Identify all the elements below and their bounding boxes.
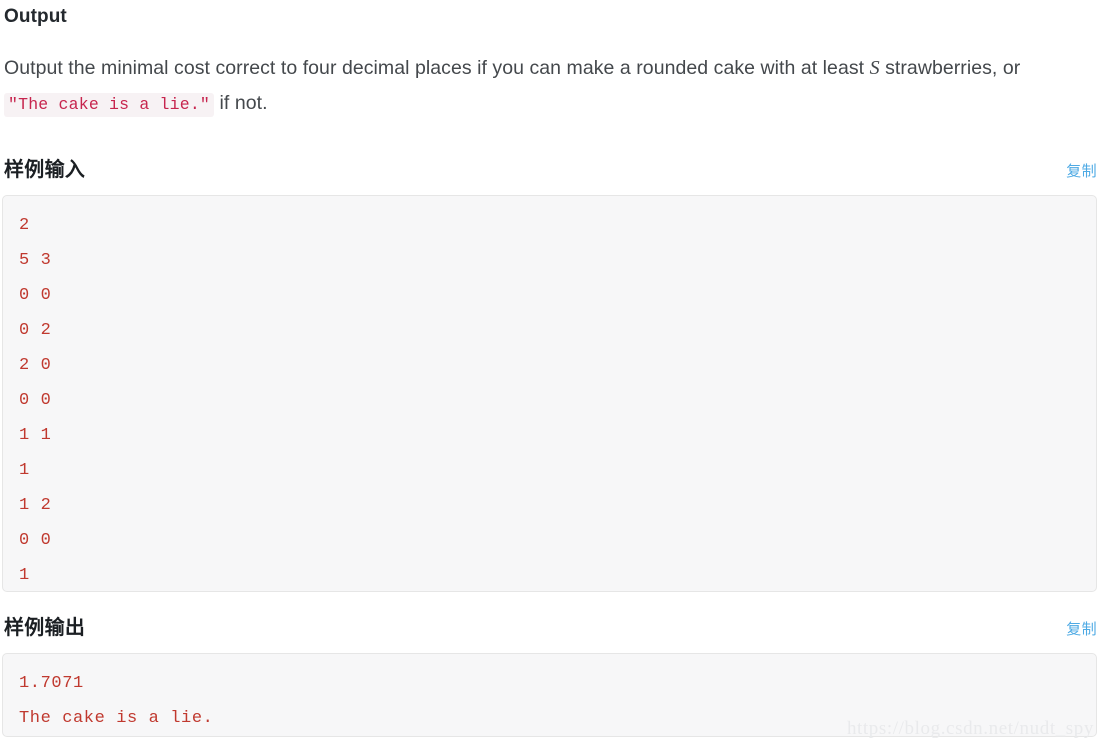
- sample-input-code-text: 2 5 3 0 0 0 2 2 0 0 0 1 1 1 1 2 0 0 1: [19, 216, 52, 585]
- sample-input-header: 样例输入 复制: [0, 156, 1108, 184]
- spacer-above-sample-input: [0, 122, 1108, 156]
- sample-input-code-block[interactable]: 2 5 3 0 0 0 2 2 0 0 0 1 1 1 1 2 0 0 1: [2, 195, 1097, 592]
- problem-statement-page: Output Output the minimal cost correct t…: [0, 0, 1108, 748]
- output-description-paragraph: Output the minimal cost correct to four …: [0, 29, 1104, 122]
- copy-sample-input-button[interactable]: 复制: [1066, 160, 1097, 184]
- sample-output-title: 样例输出: [4, 617, 86, 639]
- sample-output-code-text: 1.7071 The cake is a lie.: [19, 674, 214, 728]
- math-variable-s: S: [869, 57, 880, 79]
- spacer-above-sample-output: [0, 592, 1108, 614]
- page-title: Output: [4, 6, 67, 27]
- inline-code-cake-lie: "The cake is a lie.": [4, 93, 215, 117]
- sample-input-title: 样例输入: [4, 159, 86, 181]
- description-text-part-2: strawberries, or: [879, 57, 1021, 79]
- description-text-part-1: Output the minimal cost correct to four …: [4, 57, 870, 79]
- description-text-part-3: if not.: [214, 92, 268, 114]
- copy-sample-output-button[interactable]: 复制: [1066, 618, 1097, 642]
- sample-output-code-block[interactable]: 1.7071 The cake is a lie.: [2, 653, 1097, 737]
- sample-output-header: 样例输出 复制: [0, 614, 1108, 642]
